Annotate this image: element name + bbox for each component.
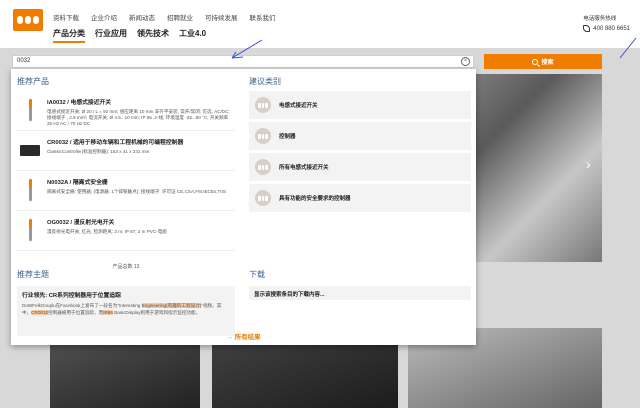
suggested-categories-title: 建议类别 bbox=[249, 77, 281, 86]
product-thumbnail bbox=[19, 175, 41, 205]
ifm-logo[interactable] bbox=[13, 9, 43, 31]
top-link-downloads[interactable]: 资料下载 bbox=[53, 12, 79, 22]
site-header: 资料下载 企业介绍 新闻动态 招聘就业 可持续发展 联系我们 产品分类 行业应用… bbox=[0, 0, 640, 48]
search-suggestions-panel: 推荐产品 IA0032 / 电感式接近开关 电感式接近开关; Ø 20 / L … bbox=[11, 69, 476, 345]
category-suggestion[interactable]: 所有电感式接近开关 bbox=[249, 153, 471, 181]
nav-products[interactable]: 产品分类 bbox=[53, 28, 85, 43]
product-thumbnail bbox=[19, 215, 41, 245]
search-icon bbox=[532, 58, 539, 65]
product-title: CR0032 / 适用于移动车辆和工程机械的可编程控制器 bbox=[47, 140, 184, 146]
all-results-link[interactable]: → 所有结果 bbox=[11, 331, 476, 341]
recommended-topics: 推荐主题 行业领先: CR系列控制器用于位置追踪 DoWFelkGnuplu在F… bbox=[17, 269, 235, 336]
ifm-logo-icon bbox=[255, 159, 271, 175]
top-link-contact[interactable]: 联系我们 bbox=[250, 12, 276, 22]
topic-item[interactable]: 行业领先: CR系列控制器用于位置追踪 DoWFelkGnuplu在Facebo… bbox=[17, 286, 235, 336]
top-link-company[interactable]: 企业介绍 bbox=[91, 12, 117, 22]
search-button-label: 搜索 bbox=[541, 60, 554, 66]
topic-desc: DoWFelkGnuplu在Facebook上发布了一段名为"Interesti… bbox=[22, 303, 222, 315]
category-label: 具有功能的安全要求的控制器 bbox=[279, 196, 351, 202]
hotline-label: 电话服务热线 bbox=[583, 16, 617, 22]
product-desc: 漫反射光电开关; 红光; 检测距离: 3 m; IP 67; 2 m PVC-电… bbox=[47, 229, 167, 234]
downloads-section: 下载 显示该搜索条目的下载内容... bbox=[249, 269, 471, 300]
product-item[interactable]: IA0032 / 电感式接近开关 电感式接近开关; Ø 20 / L = 92 … bbox=[17, 91, 235, 131]
all-results-label: 所有结果 bbox=[234, 334, 261, 341]
nav-industry40[interactable]: 工业4.0 bbox=[179, 28, 206, 43]
product-desc: ClassicController(标准控制器); 153 x 41 x 241… bbox=[47, 149, 150, 154]
product-item[interactable]: CR0032 / 适用于移动车辆和工程机械的可编程控制器 ClassicCont… bbox=[17, 131, 235, 171]
product-list: IA0032 / 电感式接近开关 电感式接近开关; Ø 20 / L = 92 … bbox=[17, 91, 235, 270]
search-input[interactable]: 0032 bbox=[12, 55, 474, 68]
phone-icon bbox=[583, 25, 591, 32]
product-desc: 电感式接近开关; Ø 20 / L = 92 mm; 感应距离 10 mm 非齐… bbox=[47, 109, 230, 126]
category-suggestion[interactable]: 具有功能的安全要求的控制器 bbox=[249, 184, 471, 212]
hotline: 电话服务热线 400 880 6651 bbox=[583, 14, 630, 32]
product-desc: 隔离式安全栅; 使用器; (电源器: 1个碎铁触点); 接线端子: 许可证 CE… bbox=[47, 189, 226, 194]
top-link-sustainability[interactable]: 可持续发展 bbox=[205, 12, 238, 22]
category-label: 控制器 bbox=[279, 134, 296, 140]
ifm-logo-icon bbox=[255, 97, 271, 113]
product-title: IA0032 / 电感式接近开关 bbox=[47, 100, 112, 106]
category-suggestion[interactable]: 控制器 bbox=[249, 122, 471, 150]
nav-industries[interactable]: 行业应用 bbox=[95, 28, 127, 43]
chevron-right-icon[interactable]: › bbox=[586, 156, 591, 172]
search-button[interactable]: 搜索 bbox=[484, 54, 602, 69]
download-link[interactable]: 显示该搜索条目的下载内容... bbox=[249, 286, 471, 300]
downloads-title: 下载 bbox=[249, 270, 265, 279]
product-item[interactable]: OG0032 / 漫反射光电开关 漫反射光电开关; 红光; 检测距离: 3 m;… bbox=[17, 211, 235, 251]
main-nav: 产品分类 行业应用 领先技术 工业4.0 bbox=[53, 28, 206, 43]
top-link-news[interactable]: 新闻动态 bbox=[129, 12, 155, 22]
nav-technology[interactable]: 领先技术 bbox=[137, 28, 169, 43]
product-title: N0032A / 隔离式安全栅 bbox=[47, 180, 108, 186]
category-suggestion[interactable]: 电感式接近开关 bbox=[249, 91, 471, 119]
clear-search-icon[interactable]: × bbox=[461, 57, 470, 66]
category-label: 所有电感式接近开关 bbox=[279, 165, 329, 171]
product-thumbnail bbox=[19, 95, 41, 125]
top-link-jobs[interactable]: 招聘就业 bbox=[167, 12, 193, 22]
suggested-categories: 电感式接近开关 控制器 所有电感式接近开关 具有功能的安全要求的控制器 bbox=[249, 91, 471, 215]
product-item[interactable]: N0032A / 隔离式安全栅 隔离式安全栅; 使用器; (电源器: 1个碎铁触… bbox=[17, 171, 235, 211]
product-thumbnail bbox=[19, 135, 41, 165]
product-title: OG0032 / 漫反射光电开关 bbox=[47, 220, 115, 226]
ifm-logo-icon bbox=[255, 190, 271, 206]
ifm-logo-icon bbox=[255, 128, 271, 144]
topic-title: 行业领先: CR系列控制器用于位置追踪 bbox=[22, 293, 121, 299]
recommended-topics-title: 推荐主题 bbox=[17, 270, 49, 279]
category-label: 电感式接近开关 bbox=[279, 103, 318, 109]
recommended-products-title: 推荐产品 bbox=[17, 77, 49, 86]
hotline-number[interactable]: 400 880 6651 bbox=[593, 26, 630, 32]
top-links: 资料下载 企业介绍 新闻动态 招聘就业 可持续发展 联系我们 bbox=[53, 12, 276, 22]
